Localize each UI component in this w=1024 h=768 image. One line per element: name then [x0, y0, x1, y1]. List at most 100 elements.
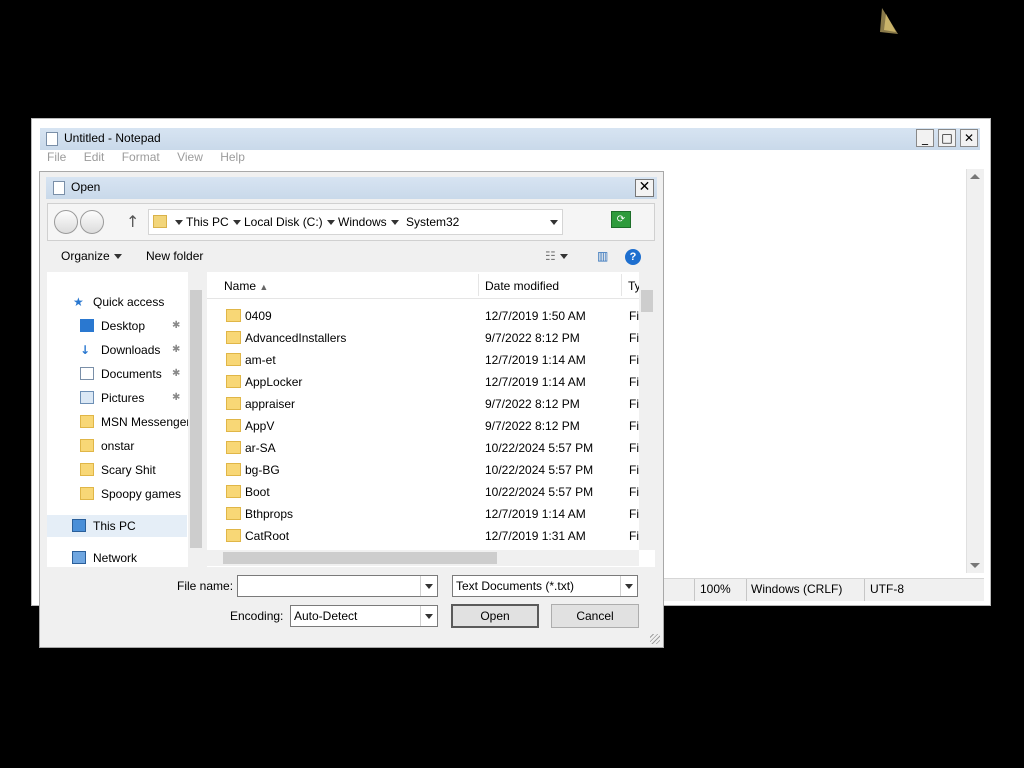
file-name: appraiser [245, 397, 296, 411]
folder-icon [226, 419, 241, 432]
computer-icon [72, 519, 86, 532]
folder-icon [226, 507, 241, 520]
nav-pane-scrollbar[interactable] [188, 272, 204, 567]
menu-view[interactable]: View [177, 150, 203, 164]
cancel-button[interactable]: Cancel [551, 604, 639, 628]
notepad-menubar: File Edit Format View Help [47, 150, 259, 166]
file-row[interactable]: CatRoot 12/7/2019 1:31 AM Fi [207, 525, 639, 547]
scroll-up-icon[interactable] [970, 174, 980, 179]
close-button[interactable]: ✕ [960, 129, 978, 147]
scroll-down-icon[interactable] [970, 563, 980, 568]
minimize-button[interactable]: _ [916, 129, 934, 147]
pictures-icon [80, 391, 94, 404]
dialog-titlebar[interactable]: Open ✕ [46, 177, 657, 199]
menu-help[interactable]: Help [220, 150, 245, 164]
nav-item-scary-shit[interactable]: Scary Shit [47, 459, 187, 481]
refresh-icon[interactable]: ⟳ [611, 211, 631, 228]
file-type: Fi [629, 463, 639, 477]
folder-icon [80, 439, 94, 452]
file-row[interactable]: AdvancedInstallers 9/7/2022 8:12 PM Fi [207, 327, 639, 349]
resize-grip[interactable] [650, 634, 660, 644]
folder-icon [226, 529, 241, 542]
file-list-horizontal-scrollbar[interactable] [207, 550, 639, 566]
file-name-input[interactable] [237, 575, 438, 597]
dialog-close-button[interactable]: ✕ [635, 179, 654, 197]
nav-item-onstar[interactable]: onstar [47, 435, 187, 457]
folder-icon [153, 215, 167, 228]
breadcrumb-this-pc[interactable]: This PC [186, 215, 245, 229]
nav-item-desktop[interactable]: Desktop ✱ [47, 315, 187, 337]
folder-icon [226, 397, 241, 410]
file-row[interactable]: 0409 12/7/2019 1:50 AM Fi [207, 305, 639, 327]
address-bar[interactable]: This PC Local Disk (C:) Windows System32 [148, 209, 563, 235]
nav-item-msn-messenger[interactable]: MSN Messenger [47, 411, 190, 433]
chevron-down-icon [620, 576, 637, 596]
up-arrow-icon[interactable]: ↑ [126, 212, 139, 231]
file-list-header: Name ▲ Date modified Ty [207, 272, 641, 299]
encoding-select[interactable]: Auto-Detect [290, 605, 438, 627]
file-row[interactable]: am-et 12/7/2019 1:14 AM Fi [207, 349, 639, 371]
menu-format[interactable]: Format [122, 150, 160, 164]
menu-edit[interactable]: Edit [84, 150, 105, 164]
file-date: 9/7/2022 8:12 PM [485, 419, 580, 433]
nav-item-documents[interactable]: Documents ✱ [47, 363, 187, 385]
file-row[interactable]: AppLocker 12/7/2019 1:14 AM Fi [207, 371, 639, 393]
organize-button[interactable]: Organize [61, 249, 126, 263]
chevron-down-icon [420, 576, 437, 596]
pin-icon: ✱ [172, 368, 181, 379]
file-row[interactable]: bg-BG 10/22/2024 5:57 PM Fi [207, 459, 639, 481]
column-name[interactable]: Name ▲ [224, 279, 268, 293]
back-button[interactable] [54, 210, 78, 234]
maximize-button[interactable]: □ [938, 129, 956, 147]
file-name: Bthprops [245, 507, 294, 521]
file-name: bg-BG [245, 463, 280, 477]
file-row[interactable]: appraiser 9/7/2022 8:12 PM Fi [207, 393, 639, 415]
notepad-vertical-scrollbar[interactable] [966, 169, 984, 573]
file-name: AppLocker [245, 375, 303, 389]
file-list: Name ▲ Date modified Ty 0409 12/7/2019 1:… [207, 272, 655, 567]
folder-icon [226, 485, 241, 498]
chevron-down-icon[interactable] [175, 220, 183, 226]
file-name: Boot [245, 485, 270, 499]
folder-icon [226, 309, 241, 322]
breadcrumb-local-disk[interactable]: Local Disk (C:) [244, 215, 339, 229]
address-history-dropdown[interactable] [550, 220, 558, 226]
file-type: Fi [629, 419, 639, 433]
pin-icon: ✱ [172, 344, 181, 355]
notepad-titlebar[interactable]: Untitled - Notepad _ □ ✕ [40, 128, 980, 150]
folder-icon [226, 463, 241, 476]
desktop-icon [80, 319, 94, 332]
file-date: 12/7/2019 1:14 AM [485, 507, 586, 521]
file-row[interactable]: AppV 9/7/2022 8:12 PM Fi [207, 415, 639, 437]
file-name-label: File name: [177, 579, 234, 593]
file-type: Fi [629, 485, 639, 499]
view-options-icon[interactable]: ☷ [545, 249, 572, 263]
menu-file[interactable]: File [47, 150, 66, 164]
breadcrumb-windows[interactable]: Windows [338, 215, 403, 229]
open-button[interactable]: Open [451, 604, 539, 628]
network-icon [72, 551, 86, 564]
file-type: Fi [629, 441, 639, 455]
new-folder-button[interactable]: New folder [146, 249, 203, 263]
nav-item-spoopy-games[interactable]: Spoopy games [47, 483, 187, 505]
file-row[interactable]: Bthprops 12/7/2019 1:14 AM Fi [207, 503, 639, 525]
nav-item-this-pc[interactable]: This PC [47, 515, 187, 537]
file-list-vertical-scrollbar[interactable] [639, 272, 655, 550]
pin-icon: ✱ [172, 392, 181, 403]
breadcrumb-system32[interactable]: System32 [406, 215, 459, 229]
nav-item-network[interactable]: Network [47, 547, 187, 569]
file-name: am-et [245, 353, 276, 367]
nav-item-pictures[interactable]: Pictures ✱ [47, 387, 187, 409]
desktop-shortcut-icon[interactable] [878, 6, 902, 36]
column-date-modified[interactable]: Date modified [485, 279, 559, 293]
nav-item-downloads[interactable]: ↓ Downloads ✱ [47, 339, 187, 361]
dialog-title: Open [71, 180, 101, 194]
file-row[interactable]: Boot 10/22/2024 5:57 PM Fi [207, 481, 639, 503]
file-row[interactable]: ar-SA 10/22/2024 5:57 PM Fi [207, 437, 639, 459]
file-type-select[interactable]: Text Documents (*.txt) [452, 575, 638, 597]
forward-button[interactable] [80, 210, 104, 234]
nav-item-quick-access[interactable]: ★ Quick access [47, 291, 187, 313]
help-icon[interactable]: ? [625, 249, 641, 265]
preview-pane-icon[interactable]: ▥ [597, 249, 608, 263]
folder-icon [80, 487, 94, 500]
